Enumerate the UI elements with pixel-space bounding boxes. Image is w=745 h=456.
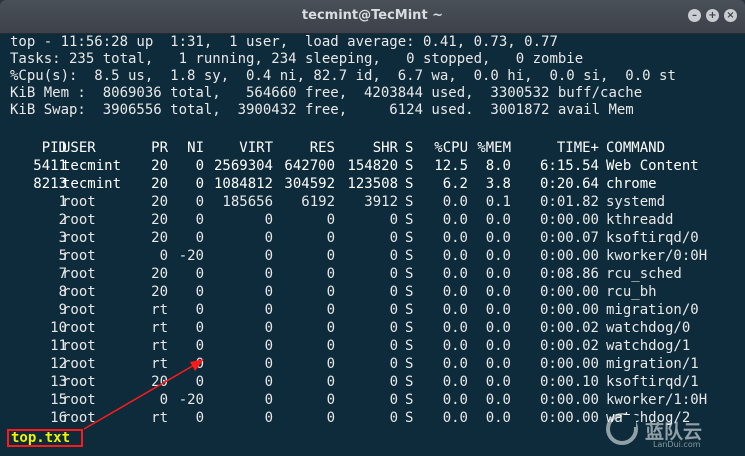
watermark-subtext: LanDui.com — [653, 440, 701, 449]
title-bar[interactable]: tecmint@TecMint ~ – + × — [0, 0, 745, 34]
terminal-area[interactable]: top - 11:56:28 up 1:31, 1 user, load ave… — [0, 34, 745, 456]
window-controls: – + × — [688, 9, 737, 22]
window-title: tecmint@TecMint ~ — [301, 8, 444, 23]
minimize-icon[interactable]: – — [688, 9, 701, 22]
annotation-arrow-icon — [83, 359, 204, 430]
terminal-window: tecmint@TecMint ~ – + × top - 11:56:28 u… — [0, 0, 745, 456]
maximize-icon[interactable]: + — [706, 9, 719, 22]
close-icon[interactable]: × — [724, 9, 737, 22]
watermark-logo-icon — [606, 413, 638, 445]
